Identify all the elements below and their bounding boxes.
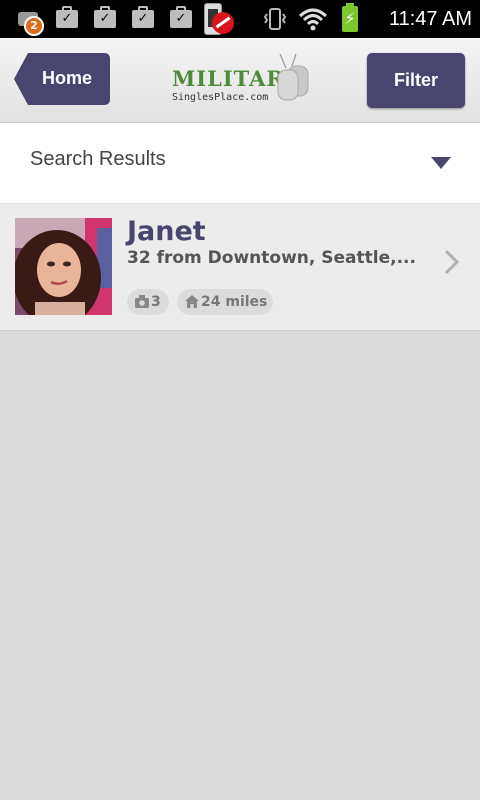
status-clock: 11:47 AM bbox=[388, 8, 472, 30]
home-button-label: Home bbox=[42, 68, 93, 88]
clipboard-check-icon: ✓ bbox=[170, 6, 192, 28]
clipboard-check-icon: ✓ bbox=[56, 6, 78, 28]
filter-button[interactable]: Filter bbox=[367, 53, 465, 108]
vibrate-icon bbox=[262, 6, 288, 32]
clipboard-check-icon: ✓ bbox=[94, 6, 116, 28]
home-icon bbox=[185, 295, 199, 308]
app-logo: MILITARY SinglesPlace.com bbox=[170, 52, 310, 108]
record-icon bbox=[212, 12, 234, 34]
result-location: 32 from Downtown, Seattle,... bbox=[127, 248, 416, 268]
wifi-icon bbox=[298, 6, 328, 32]
distance-text: 24 miles bbox=[201, 294, 268, 310]
distance-pill: 24 miles bbox=[177, 289, 273, 315]
home-button[interactable]: Home bbox=[14, 53, 110, 105]
chevron-right-icon[interactable] bbox=[442, 248, 462, 276]
logo-sub-text: SinglesPlace.com bbox=[172, 92, 269, 103]
camera-icon bbox=[135, 295, 149, 308]
app-header: Home MILITARY SinglesPlace.com Filter bbox=[0, 38, 480, 123]
search-results-dropdown[interactable]: Search Results bbox=[0, 123, 480, 204]
status-bar: 2 ✓ ✓ ✓ ✓ ⚡ 11:47 AM bbox=[0, 0, 480, 38]
battery-charging-icon: ⚡ bbox=[342, 3, 358, 32]
dogtag-icon bbox=[277, 54, 309, 101]
search-results-label: Search Results bbox=[30, 148, 166, 170]
avatar[interactable] bbox=[15, 218, 112, 315]
result-name[interactable]: Janet bbox=[127, 216, 206, 247]
chevron-down-icon[interactable] bbox=[431, 157, 451, 169]
photo-count: 3 bbox=[151, 294, 161, 310]
clipboard-check-icon: ✓ bbox=[132, 6, 154, 28]
notification-count-badge: 2 bbox=[24, 16, 44, 36]
result-list-item[interactable]: Janet 32 from Downtown, Seattle,... 3 24… bbox=[0, 204, 480, 331]
photo-count-pill: 3 bbox=[127, 289, 169, 315]
